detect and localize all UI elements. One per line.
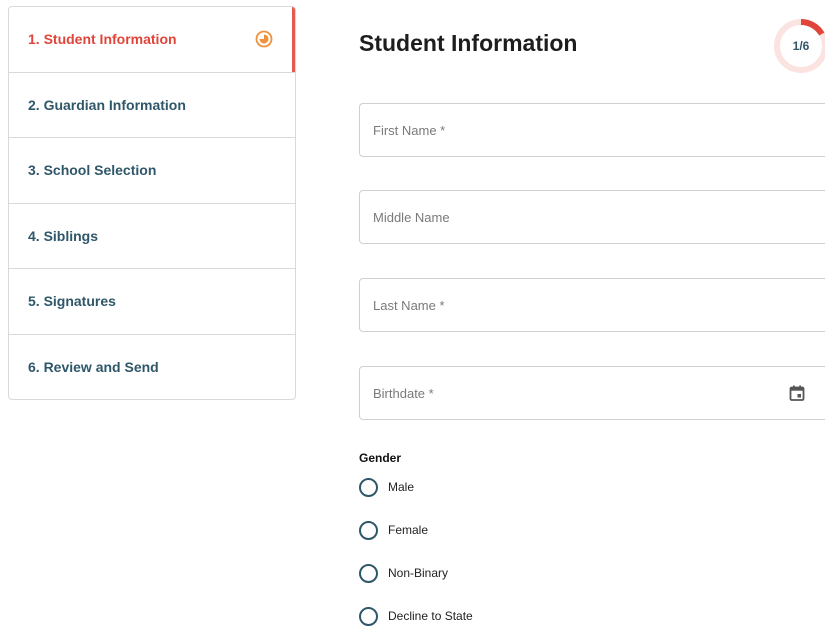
radio-label: Male — [388, 480, 415, 494]
gender-option-male[interactable]: Male — [359, 476, 414, 498]
gender-option-non-binary[interactable]: Non-Binary — [359, 562, 448, 584]
radio-label: Decline to State — [388, 609, 473, 623]
radio-button[interactable] — [359, 606, 378, 626]
radio-label: Non-Binary — [388, 566, 449, 580]
sidebar-item-siblings[interactable]: 4. Siblings — [9, 204, 295, 269]
last-name-input[interactable] — [360, 279, 825, 331]
middle-name-input[interactable] — [360, 191, 825, 243]
page-title: Student Information — [359, 30, 578, 56]
sidebar-item-label: 1. Student Information — [28, 31, 177, 48]
birthdate-field — [359, 366, 825, 420]
sidebar-item-label: 2. Guardian Information — [28, 96, 186, 113]
radio-button[interactable] — [359, 477, 378, 497]
last-name-field — [359, 278, 825, 332]
birthdate-input[interactable] — [360, 367, 825, 419]
step-sidebar: 1. Student Information 2. Guardian Infor… — [8, 6, 296, 400]
radio-button[interactable] — [359, 520, 378, 540]
calendar-icon[interactable] — [788, 384, 806, 402]
sidebar-item-label: 3. School Selection — [28, 162, 157, 179]
radio-button[interactable] — [359, 563, 378, 583]
sidebar-item-label: 4. Siblings — [28, 227, 99, 244]
sidebar-item-school-selection[interactable]: 3. School Selection — [9, 138, 295, 204]
gender-option-decline-to-state[interactable]: Decline to State — [359, 605, 473, 627]
sidebar-item-signatures[interactable]: 5. Signatures — [9, 269, 295, 335]
first-name-input[interactable] — [360, 104, 825, 156]
first-name-field — [359, 103, 825, 157]
gender-label: Gender — [359, 451, 402, 465]
radio-label: Female — [388, 523, 429, 537]
in-progress-icon — [255, 30, 273, 48]
sidebar-item-guardian-information[interactable]: 2. Guardian Information — [9, 73, 295, 138]
sidebar-item-label: 5. Signatures — [28, 293, 116, 310]
sidebar-item-label: 6. Review and Send — [28, 359, 159, 376]
middle-name-field — [359, 190, 825, 244]
sidebar-item-student-information[interactable]: 1. Student Information — [9, 7, 295, 73]
gender-option-female[interactable]: Female — [359, 519, 428, 541]
progress-counter: 1/6 — [792, 39, 810, 53]
sidebar-item-review-and-send[interactable]: 6. Review and Send — [9, 335, 295, 400]
